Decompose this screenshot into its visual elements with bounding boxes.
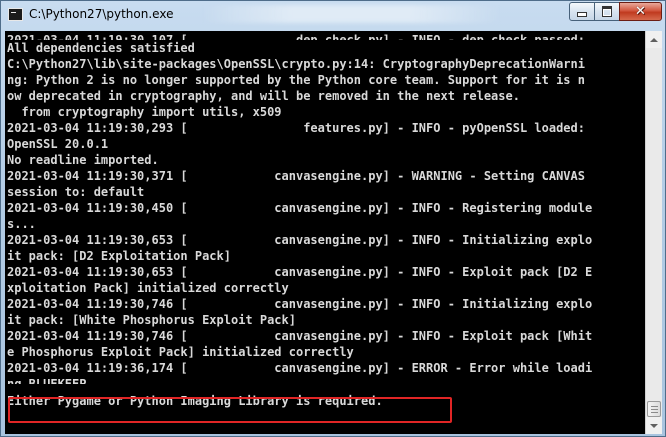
scroll-down-button[interactable] (646, 417, 662, 434)
console-window: C:\Python27\python.exe ✕ 2021-03-04 11:1… (0, 0, 666, 437)
close-button[interactable]: ✕ (619, 2, 662, 21)
console-app-icon[interactable] (8, 8, 23, 21)
console-line-gap (7, 384, 645, 393)
console-line: All dependencies satisfied (7, 41, 195, 55)
thumb-grip-icon (651, 412, 658, 413)
console-line: 2021-03-04 11:19:30,293 [ features.py] -… (7, 121, 585, 135)
title-bar[interactable]: C:\Python27\python.exe ✕ (1, 1, 665, 31)
console-line: s... (7, 217, 36, 231)
console-line: 2021-03-04 11:19:30,371 [ canvasengine.p… (7, 169, 585, 183)
console-line: session to: default (7, 185, 145, 199)
console-line: it pack: [White Phosphorus Exploit Pack] (7, 313, 296, 327)
maximize-icon (602, 6, 612, 17)
error-highlight-box (8, 397, 452, 423)
minimize-button[interactable] (569, 2, 595, 21)
console-line: 2021-03-04 11:19:30,653 [ canvasengine.p… (7, 233, 593, 247)
title-bar-glare (201, 5, 501, 23)
console-line: No readline imported. (7, 153, 159, 167)
console-line: e Phosphorus Exploit Pack] initialized c… (7, 345, 354, 359)
console-line: 2021-03-04 11:19:30,450 [ canvasengine.p… (7, 201, 593, 215)
arrow-down-icon (650, 423, 658, 428)
arrow-up-icon (650, 37, 658, 42)
close-icon: ✕ (635, 4, 646, 19)
console-line: xploitation Pack] initialized correctly (7, 281, 289, 295)
console-line: 2021-03-04 11:19:36,174 [ canvasengine.p… (7, 361, 593, 375)
thumb-grip-icon (651, 409, 658, 410)
console-lines: 2021-03-04 11:19:30,107 [ dep_check.py] … (7, 32, 645, 409)
window-title: C:\Python27\python.exe (29, 7, 174, 21)
minimize-icon (577, 12, 587, 17)
console-line: 2021-03-04 11:19:30,746 [ canvasengine.p… (7, 329, 593, 343)
vertical-scrollbar[interactable] (645, 31, 662, 434)
console-line: 2021-03-04 11:19:30,746 [ canvasengine.p… (7, 297, 593, 311)
console-line: 2021-03-04 11:19:30,653 [ canvasengine.p… (7, 265, 593, 279)
console-line: C:\Python27\lib\site-packages\OpenSSL\cr… (7, 57, 585, 71)
console-output[interactable]: 2021-03-04 11:19:30,107 [ dep_check.py] … (5, 31, 645, 434)
console-line: from cryptography import utils, x509 (7, 105, 282, 119)
console-line: 2021-03-04 11:19:30,107 [ dep_check.py] … (7, 33, 585, 40)
scroll-up-button[interactable] (646, 31, 662, 48)
console-line: it pack: [D2 Exploitation Pack] (7, 249, 231, 263)
console-line: ow deprecated in cryptography, and will … (7, 89, 520, 103)
console-line: ng: Python 2 is no longer supported by t… (7, 73, 585, 87)
maximize-button[interactable] (594, 2, 620, 21)
thumb-grip-icon (651, 406, 658, 407)
scroll-thumb[interactable] (647, 401, 661, 417)
console-line: ng BLUEKEEP (7, 377, 87, 384)
console-line: OpenSSL 20.0.1 (7, 137, 109, 151)
